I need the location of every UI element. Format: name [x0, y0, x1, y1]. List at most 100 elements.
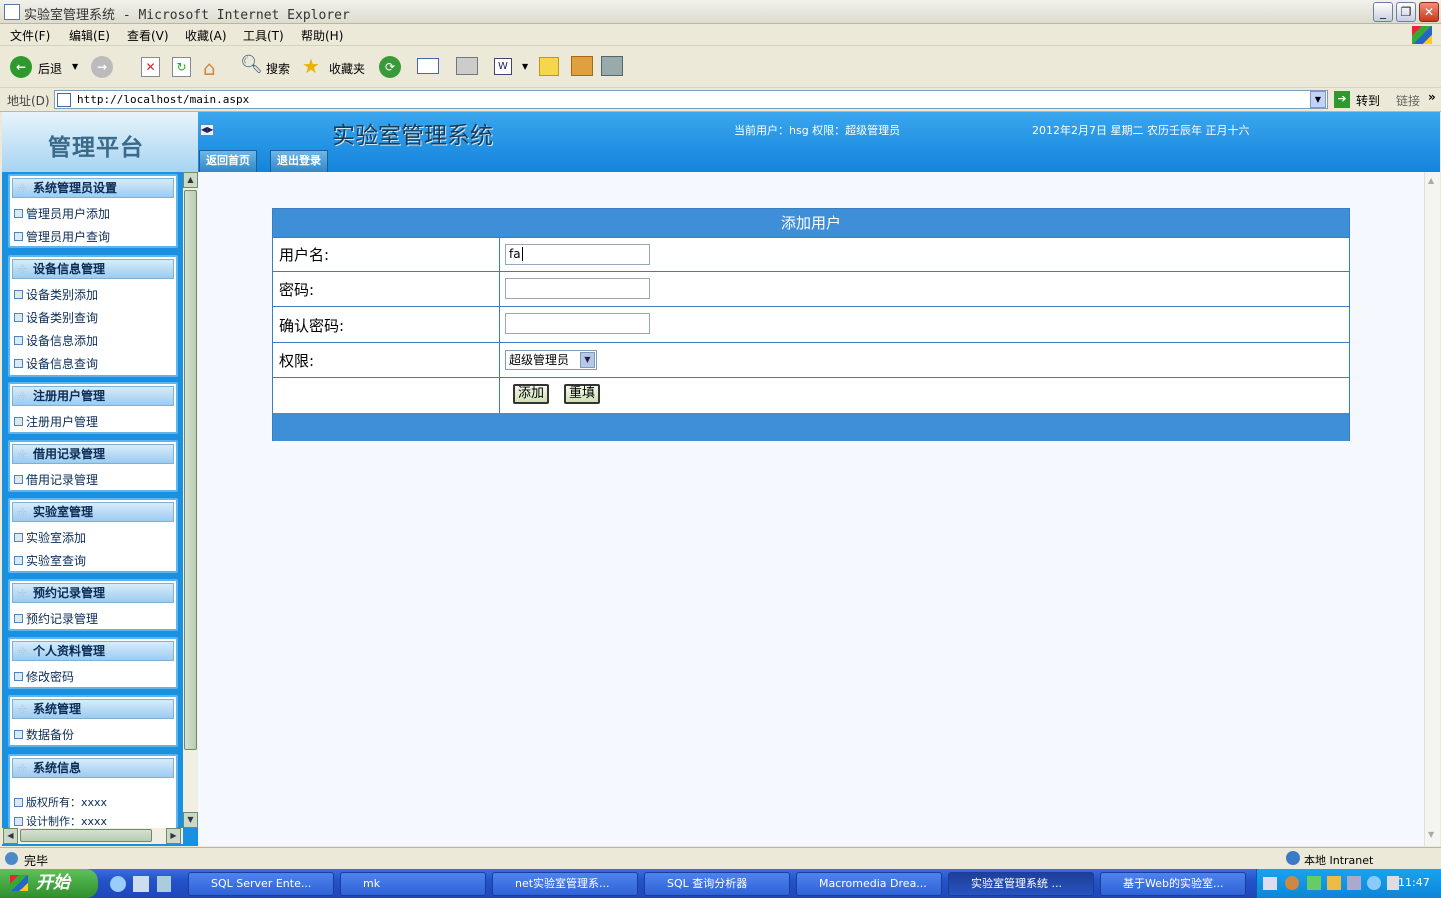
address-input[interactable]: http://localhost/main.aspx — [54, 90, 1328, 109]
sidebar-item-admin-add[interactable]: 管理员用户添加 — [14, 205, 110, 222]
home-icon[interactable]: ⌂ — [203, 56, 216, 80]
edit-word-icon[interactable]: W — [494, 58, 512, 75]
scroll-up-icon[interactable]: ▲ — [1428, 176, 1434, 185]
task-web-lab-doc[interactable]: 基于Web的实验室... — [1100, 872, 1246, 896]
back-dropdown-icon[interactable]: ▼ — [72, 62, 78, 71]
edit-dropdown-icon[interactable]: ▼ — [522, 62, 528, 71]
tray-expand-icon[interactable] — [1285, 876, 1299, 890]
mail-icon[interactable] — [417, 58, 439, 74]
main-vertical-scrollbar[interactable]: ▲ ▼ — [1424, 172, 1440, 846]
restore-button[interactable]: ❐ — [1396, 2, 1416, 22]
sidebar-item-data-backup[interactable]: 数据备份 — [14, 726, 74, 743]
sidebar-scroll-thumb[interactable] — [184, 190, 197, 750]
group-header[interactable]: ☆ 系统管理员设置 — [12, 178, 174, 198]
sidebar-item-device-query[interactable]: 设备信息查询 — [14, 355, 98, 372]
go-button[interactable]: 转到 — [1356, 92, 1380, 109]
stop-icon[interactable]: ✕ — [141, 57, 160, 77]
menu-help[interactable]: 帮助(H) — [301, 27, 343, 44]
tray-globe-icon[interactable] — [1367, 876, 1381, 890]
sidebar-item-device-category-add[interactable]: 设备类别添加 — [14, 286, 98, 303]
menu-view[interactable]: 查看(V) — [127, 27, 169, 44]
messenger-icon[interactable] — [601, 56, 623, 76]
group-header[interactable]: ☆ 预约记录管理 — [12, 583, 174, 603]
search-button-label[interactable]: 搜索 — [266, 60, 290, 77]
task-net-lab[interactable]: net实验室管理系... — [492, 872, 638, 896]
scroll-left-icon[interactable]: ◀ — [3, 828, 18, 844]
chevron-down-icon[interactable]: ▼ — [580, 352, 595, 368]
favorites-star-icon[interactable]: ★ — [302, 54, 320, 78]
chevron-right-icon[interactable]: » — [1428, 90, 1436, 104]
back-arrow-icon[interactable]: ← — [10, 56, 32, 78]
sidebar-item-lab-query[interactable]: 实验室查询 — [14, 552, 86, 569]
sidebar-item-device-category-query[interactable]: 设备类别查询 — [14, 309, 98, 326]
copyright-text: 版权所有：xxxx — [14, 794, 107, 810]
back-button-label[interactable]: 后退 — [38, 60, 62, 77]
logo-panel: 管理平台 — [2, 112, 198, 172]
group-borrow-records: ☆ 借用记录管理 借用记录管理 — [8, 440, 178, 492]
add-button[interactable]: 添加 — [513, 384, 550, 404]
scroll-down-icon[interactable]: ▼ — [183, 812, 198, 828]
network-icon[interactable] — [1347, 876, 1361, 890]
print-icon[interactable] — [456, 57, 478, 75]
column-divider — [499, 378, 500, 413]
quicklaunch-desktop-icon[interactable] — [133, 876, 149, 892]
group-header[interactable]: ☆ 系统管理 — [12, 699, 174, 719]
keyboard-icon[interactable] — [1263, 877, 1277, 890]
sidebar-item-change-password[interactable]: 修改密码 — [14, 668, 74, 685]
discuss-icon[interactable] — [539, 57, 559, 76]
logout-nav-button[interactable]: 退出登录 — [270, 150, 328, 172]
home-nav-button[interactable]: 返回首页 — [199, 150, 257, 172]
sidebar-item-borrow-manage[interactable]: 借用记录管理 — [14, 471, 98, 488]
group-header[interactable]: ☆ 借用记录管理 — [12, 444, 174, 464]
confirm-password-input[interactable] — [505, 313, 650, 334]
role-select[interactable]: 超级管理员 ▼ — [505, 350, 597, 370]
sidebar-item-registered-user-manage[interactable]: 注册用户管理 — [14, 413, 98, 430]
username-input[interactable]: fa — [505, 244, 650, 265]
research-icon[interactable] — [571, 56, 593, 76]
go-arrow-icon[interactable]: ➔ — [1334, 91, 1350, 108]
favorites-button-label[interactable]: 收藏夹 — [329, 60, 365, 77]
star-icon: ☆ — [17, 586, 28, 600]
menu-edit[interactable]: 编辑(E) — [69, 27, 110, 44]
task-lab-system[interactable]: 实验室管理系统 ... — [948, 872, 1094, 896]
task-sql-server[interactable]: SQL Server Ente... — [188, 872, 334, 896]
group-header[interactable]: ☆ 系统信息 — [12, 758, 174, 778]
refresh-icon[interactable]: ↻ — [172, 57, 191, 77]
group-header[interactable]: ☆ 实验室管理 — [12, 502, 174, 522]
qq-icon[interactable] — [1327, 876, 1341, 890]
sidebar-item-admin-query[interactable]: 管理员用户查询 — [14, 228, 110, 245]
task-sql-query[interactable]: SQL 查询分析器 — [644, 872, 790, 896]
task-macromedia[interactable]: Macromedia Drea... — [796, 872, 942, 896]
menu-tools[interactable]: 工具(T) — [243, 27, 284, 44]
star-icon: ☆ — [17, 181, 28, 195]
collapse-sidebar-icon[interactable]: ◀▶ — [200, 124, 214, 136]
browser-toolbar: ← 后退 ▼ → ✕ ↻ ⌂ 🔍︎ 搜索 ★ 收藏夹 ⟳ W ▼ — [0, 46, 1441, 88]
address-url: http://localhost/main.aspx — [77, 93, 250, 106]
menu-favorites[interactable]: 收藏(A) — [185, 27, 227, 44]
history-icon[interactable]: ⟳ — [379, 56, 401, 78]
reset-button[interactable]: 重填 — [564, 384, 601, 404]
links-button[interactable]: 链接 — [1396, 92, 1420, 109]
task-mk-folder[interactable]: mk — [340, 872, 486, 896]
tray-app-icon[interactable] — [1307, 876, 1321, 890]
search-icon[interactable]: 🔍︎ — [240, 54, 263, 75]
scroll-right-icon[interactable]: ▶ — [166, 828, 181, 844]
close-button[interactable]: ✕ — [1419, 2, 1439, 22]
group-header[interactable]: ☆ 设备信息管理 — [12, 259, 174, 279]
quicklaunch-ie-icon[interactable] — [110, 876, 126, 892]
minimize-button[interactable]: _ — [1373, 2, 1393, 22]
sidebar-item-reservation-manage[interactable]: 预约记录管理 — [14, 610, 98, 627]
clock[interactable]: 11:47 — [1398, 876, 1430, 889]
address-dropdown-icon[interactable]: ▼ — [1310, 91, 1326, 108]
sidebar-item-device-add[interactable]: 设备信息添加 — [14, 332, 98, 349]
group-header[interactable]: ☆ 注册用户管理 — [12, 386, 174, 406]
menu-file[interactable]: 文件(F) — [10, 27, 50, 44]
quicklaunch-media-icon[interactable] — [157, 876, 171, 892]
sidebar-item-lab-add[interactable]: 实验室添加 — [14, 529, 86, 546]
forward-arrow-icon[interactable]: → — [91, 56, 113, 78]
scroll-up-icon[interactable]: ▲ — [183, 172, 198, 188]
sidebar-hscroll-thumb[interactable] — [20, 829, 152, 842]
group-header[interactable]: ☆ 个人资料管理 — [12, 641, 174, 661]
scroll-down-icon[interactable]: ▼ — [1428, 830, 1434, 839]
role-selected-value: 超级管理员 — [509, 353, 570, 367]
